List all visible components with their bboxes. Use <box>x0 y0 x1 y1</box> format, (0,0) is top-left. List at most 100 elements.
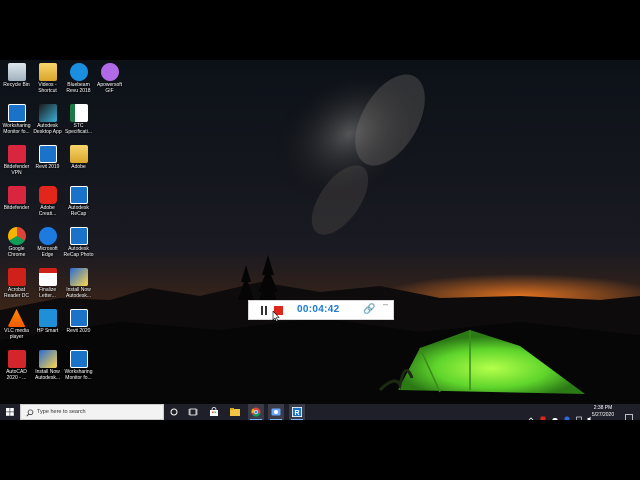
desktop-icon[interactable]: Revit 2019 <box>32 143 63 183</box>
desktop-icon-grid: Recycle Bin Videos - Shortcut Bluebeam Rev… <box>0 60 122 400</box>
desktop-icon-label: Videos - Shortcut <box>38 82 57 94</box>
chrome-icon[interactable] <box>248 404 264 420</box>
desktop-icon[interactable]: Autodesk ReCap Photo <box>63 225 94 265</box>
network-icon[interactable] <box>576 409 582 420</box>
recycle-bin-icon <box>7 63 26 81</box>
desktop-icon-label: VLC media player <box>4 328 29 340</box>
vlc-icon <box>7 309 26 327</box>
desktop-icon-label: Acrobat Reader DC <box>3 287 29 299</box>
desktop-icon[interactable]: Bitdefender <box>1 184 32 224</box>
desktop-icon[interactable]: Worksharing Monitor fo... <box>63 348 94 388</box>
desktop-icon[interactable]: Bluebeam Revu 2018 <box>63 61 94 101</box>
minimize-icon[interactable]: ‒ <box>383 299 388 309</box>
desktop-icon[interactable]: Recycle Bin <box>1 61 32 101</box>
desktop-icon-label: Recycle Bin <box>3 82 30 88</box>
desktop-icon[interactable]: Adobe <box>63 143 94 183</box>
desktop-icon-label: Bitdefender VPN <box>3 164 30 176</box>
desktop-icon-label: Worksharing Monitor fo... <box>64 369 93 381</box>
taskbar-search-box[interactable]: Type here to search <box>20 404 164 420</box>
revit-icon <box>38 145 57 163</box>
edge-icon <box>38 227 57 245</box>
adobe-cc-icon <box>38 186 57 204</box>
desktop-icon-label: Install Now Autodesk... <box>65 287 91 299</box>
desktop-icon[interactable]: HP Smart <box>32 307 63 347</box>
clock-date: 5/27/2020 <box>591 412 615 418</box>
desktop-icon-label: Revit 2020 <box>66 328 91 334</box>
search-placeholder: Type here to search <box>37 409 86 415</box>
recording-indicator-icon[interactable] <box>540 409 546 420</box>
svg-text:R: R <box>294 410 299 417</box>
desktop-icon[interactable]: Acrobat Reader DC <box>1 266 32 306</box>
system-clock[interactable]: 2:38 PM 5/27/2020 <box>586 405 620 419</box>
desktop-icon-label: Autodesk Desktop App <box>33 123 62 135</box>
desktop-icon[interactable]: Videos - Shortcut <box>32 61 63 101</box>
revit-icon <box>69 350 88 368</box>
desktop-icon-label: Install Now Autodesk... <box>34 369 60 381</box>
cortana-icon[interactable] <box>166 404 182 420</box>
desktop-icon[interactable]: Autodesk ReCap <box>63 184 94 224</box>
desktop-icon[interactable]: AutoCAD 2020 - ... <box>1 348 32 388</box>
autocad-icon <box>7 350 26 368</box>
desktop-icon[interactable]: Microsoft Edge <box>32 225 63 265</box>
desktop-icon[interactable]: Worksharing Monitor fo... <box>1 102 32 142</box>
desktop-icon[interactable]: VLC media player <box>1 307 32 347</box>
system-tray: 2:38 PM 5/27/2020 <box>520 404 640 420</box>
desktop-icon-label: HP Smart <box>36 328 59 334</box>
desktop-icon[interactable]: Adobe Creati... <box>32 184 63 224</box>
start-button[interactable] <box>0 404 20 420</box>
revit-icon[interactable]: R <box>289 404 305 420</box>
desktop-icon[interactable]: Autodesk Desktop App <box>32 102 63 142</box>
desktop-icon-label: AutoCAD 2020 - ... <box>6 369 27 381</box>
desktop-icon-label: Adobe <box>71 164 86 170</box>
desktop-icon[interactable]: STC Specificati... <box>63 102 94 142</box>
screen-recorder-icon[interactable] <box>268 404 284 420</box>
folder-icon <box>69 145 88 163</box>
chrome-icon <box>7 227 26 245</box>
desktop-icon[interactable]: Install Now Autodesk... <box>32 348 63 388</box>
autodesk-app-icon <box>38 104 57 122</box>
notification-icon[interactable] <box>625 408 633 420</box>
revit-icon <box>69 309 88 327</box>
desktop-icon-label: Autodesk ReCap <box>68 205 89 217</box>
bluebeam-icon <box>69 63 88 81</box>
desktop-icon[interactable]: Bitdefender VPN <box>1 143 32 183</box>
desktop-icon-label: Microsoft Edge <box>37 246 58 258</box>
desktop-icon[interactable]: Install Now Autodesk... <box>63 266 94 306</box>
desktop-icon-label: Apowersoft GIF <box>96 82 122 94</box>
revit-icon <box>7 104 26 122</box>
excel-file-icon <box>69 104 88 122</box>
screen-recorder-toolbar: 00:04:42 🔗 ‒ <box>248 299 394 320</box>
desktop-screen: Recycle Bin Videos - Shortcut Bluebeam Rev… <box>0 60 640 420</box>
desktop-icon[interactable]: Finalize Letter... Res... <box>32 266 63 306</box>
pdf-file-icon <box>38 268 57 286</box>
desktop-icon-label: Bluebeam Revu 2018 <box>66 82 91 94</box>
desktop-icon[interactable]: Revit 2020 <box>63 307 94 347</box>
desktop-icon-label: Bitdefender <box>3 205 30 211</box>
desktop-icon[interactable]: Google Chrome <box>1 225 32 265</box>
recording-timer: 00:04:42 <box>297 304 340 315</box>
bitdefender-tray-icon[interactable] <box>564 409 570 420</box>
desktop-icon[interactable]: Apowersoft GIF <box>94 61 125 101</box>
pause-icon[interactable] <box>261 306 268 315</box>
store-icon[interactable] <box>206 404 222 420</box>
apowersoft-gif-icon <box>100 63 119 81</box>
desktop-icon-label: Worksharing Monitor fo... <box>2 123 31 135</box>
taskbar: Type here to search R 2:38 PM 5/27/2020 <box>0 404 640 420</box>
acrobat-icon <box>7 268 26 286</box>
desktop-icon-label: Revit 2019 <box>35 164 60 170</box>
chevron-up-icon[interactable] <box>528 409 534 420</box>
bitdefender-icon <box>7 186 26 204</box>
pin-icon[interactable]: 🔗 <box>363 304 375 315</box>
recap-icon <box>69 186 88 204</box>
bitdefender-vpn-icon <box>7 145 26 163</box>
file-explorer-icon[interactable] <box>227 404 243 420</box>
clock-time: 2:38 PM <box>593 405 613 411</box>
installer-icon <box>69 268 88 286</box>
recap-icon <box>69 227 88 245</box>
search-icon <box>26 409 34 417</box>
desktop-icon-label: Adobe Creati... <box>38 205 57 217</box>
desktop-icon-label: Finalize Letter... Res... <box>38 287 57 299</box>
hp-smart-icon <box>38 309 57 327</box>
task-view-icon[interactable] <box>185 404 201 420</box>
onedrive-icon[interactable] <box>552 409 558 420</box>
